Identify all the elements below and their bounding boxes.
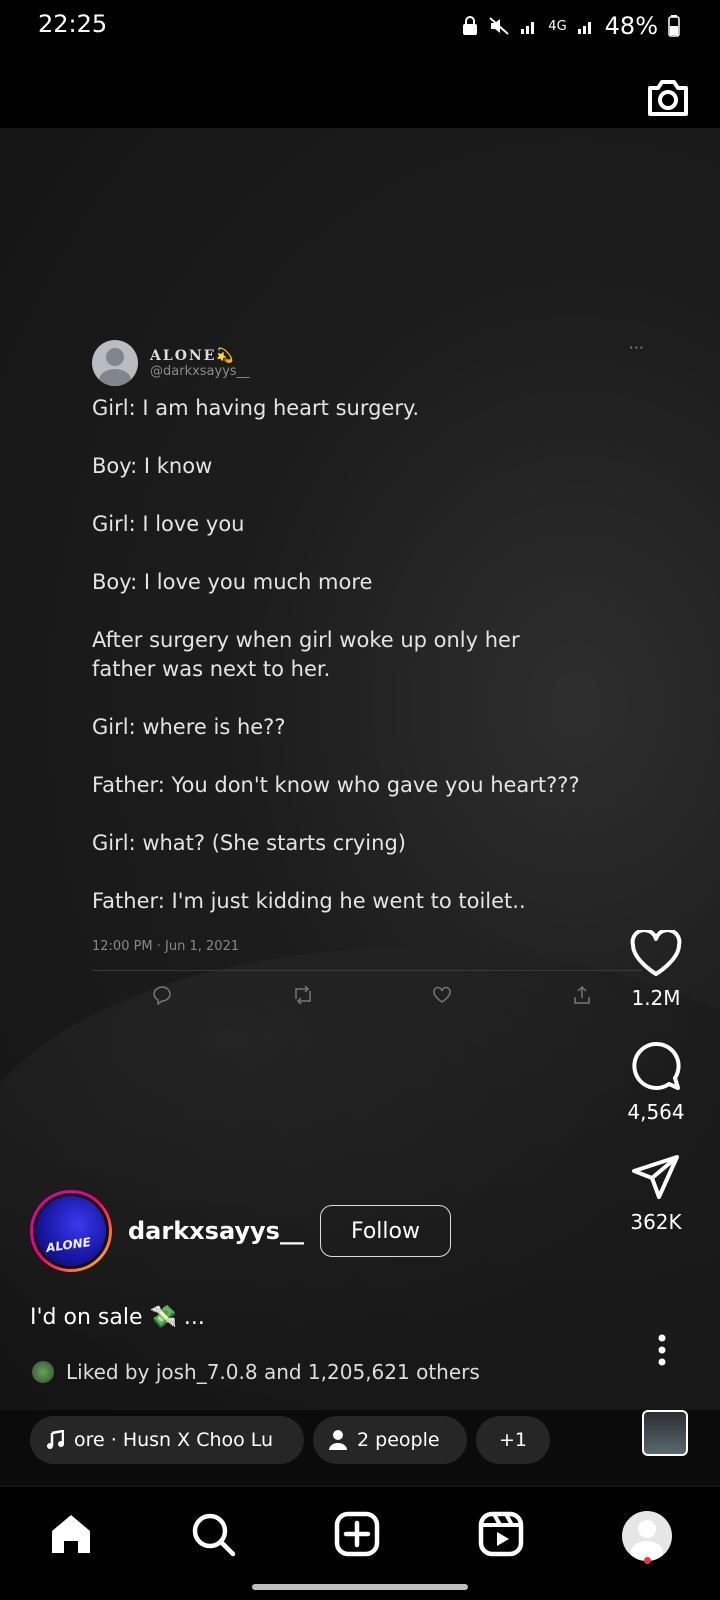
tweet-display-name: ALONE💫 xyxy=(150,347,236,364)
author-avatar-image: ALONE xyxy=(33,1193,109,1269)
more-chip-label: +1 xyxy=(498,1429,527,1451)
notification-dot xyxy=(644,1557,651,1564)
person-icon xyxy=(329,1430,347,1450)
reels-icon xyxy=(478,1511,524,1557)
background-road xyxy=(0,948,720,1408)
nav-create[interactable] xyxy=(334,1511,382,1559)
retweet-icon xyxy=(292,985,312,1005)
tweet-line: Father: I'm just kidding he went to toil… xyxy=(92,889,526,913)
tweet-avatar xyxy=(92,340,138,386)
people-chip[interactable]: 2 people xyxy=(313,1416,467,1464)
comment-button[interactable]: 4,564 xyxy=(620,1040,692,1124)
share-button[interactable]: 362K xyxy=(620,1154,692,1234)
tweet-line: Boy: I love you much more xyxy=(92,570,373,594)
tweet-actions xyxy=(152,985,592,1006)
vertical-dots-icon xyxy=(658,1334,666,1366)
tweet-more-icon: ··· xyxy=(628,338,644,357)
comment-icon xyxy=(632,1041,681,1090)
tweet-names: ALONE💫 @darkxsayys__ xyxy=(150,348,250,379)
share-count: 362K xyxy=(630,1210,682,1234)
tweet-divider xyxy=(92,970,642,971)
send-icon xyxy=(632,1155,679,1199)
more-options-button[interactable] xyxy=(658,1334,666,1370)
audio-title: ore · Husn X Choo Lu xyxy=(74,1429,274,1451)
signal-icon xyxy=(520,17,538,35)
tweet-body: Girl: I am having heart surgery. Boy: I … xyxy=(92,394,652,916)
tweet-handle: @darkxsayys__ xyxy=(150,363,250,379)
battery-level: 48% xyxy=(604,12,658,40)
network-type: 4G xyxy=(548,18,567,34)
like-count: 1.2M xyxy=(631,986,681,1010)
home-icon xyxy=(52,1515,90,1553)
plus-square-icon xyxy=(334,1511,380,1557)
mute-icon xyxy=(488,16,510,36)
author-username[interactable]: darkxsayys__ xyxy=(128,1217,304,1245)
camera-button[interactable] xyxy=(644,74,692,122)
tweet-line: After surgery when girl woke up only her… xyxy=(92,628,520,681)
profile-avatar xyxy=(622,1511,672,1561)
nav-profile[interactable] xyxy=(622,1511,672,1561)
tweet-share-icon xyxy=(572,985,592,1005)
audio-thumbnail[interactable] xyxy=(642,1410,688,1456)
lock-icon xyxy=(462,16,478,36)
tweet-line: Father: You don't know who gave you hear… xyxy=(92,773,580,797)
side-actions: 1.2M 4,564 362K xyxy=(620,930,692,1234)
reel-caption[interactable]: I'd on sale 💸 ... xyxy=(30,1305,205,1330)
status-icons: 4G 48% xyxy=(462,12,680,40)
tweet-like-icon xyxy=(432,985,452,1005)
author-avatar[interactable]: ALONE xyxy=(30,1190,112,1272)
liked-by-text: Liked by josh_7.0.8 and 1,205,621 others xyxy=(66,1360,480,1384)
status-bar: 22:25 4G 48% xyxy=(0,0,720,56)
battery-icon xyxy=(668,15,680,37)
reply-icon xyxy=(152,985,172,1006)
like-button[interactable]: 1.2M xyxy=(620,930,692,1010)
avatar-text: ALONE xyxy=(45,1234,92,1256)
heart-icon xyxy=(630,930,682,976)
comment-count: 4,564 xyxy=(627,1100,685,1124)
reels-top-bar xyxy=(0,56,720,128)
signal-icon-2 xyxy=(577,17,595,35)
liked-by[interactable]: Liked by josh_7.0.8 and 1,205,621 others xyxy=(32,1360,480,1384)
tweet-line: Girl: where is he?? xyxy=(92,715,286,739)
tweet-header: ALONE💫 @darkxsayys__ ··· xyxy=(92,338,652,388)
nav-home[interactable] xyxy=(48,1511,96,1559)
people-count: 2 people xyxy=(357,1429,440,1451)
home-indicator[interactable] xyxy=(252,1584,468,1590)
more-chip[interactable]: +1 xyxy=(476,1416,550,1464)
tweet-timestamp: 12:00 PM · Jun 1, 2021 xyxy=(92,939,240,954)
bottom-nav xyxy=(0,1486,720,1600)
music-note-icon xyxy=(47,1430,64,1449)
reel-chips: ore · Husn X Choo Lu 2 people +1 xyxy=(0,1410,720,1486)
author-row: ALONE darkxsayys__ Follow xyxy=(30,1190,451,1272)
tweet-line: Boy: I know xyxy=(92,454,213,478)
status-time: 22:25 xyxy=(38,10,108,38)
audio-chip[interactable]: ore · Husn X Choo Lu xyxy=(30,1416,304,1464)
tweet-card: ALONE💫 @darkxsayys__ ··· Girl: I am havi… xyxy=(92,338,652,1006)
camera-icon xyxy=(648,80,688,116)
follow-button[interactable]: Follow xyxy=(319,1205,451,1257)
nav-reels[interactable] xyxy=(478,1511,526,1559)
nav-search[interactable] xyxy=(190,1511,238,1559)
liker-avatar xyxy=(32,1361,54,1383)
tweet-line: Girl: what? (She starts crying) xyxy=(92,831,406,855)
tweet-line: Girl: I am having heart surgery. xyxy=(92,396,420,420)
tweet-line: Girl: I love you xyxy=(92,512,245,536)
search-icon xyxy=(192,1513,236,1557)
